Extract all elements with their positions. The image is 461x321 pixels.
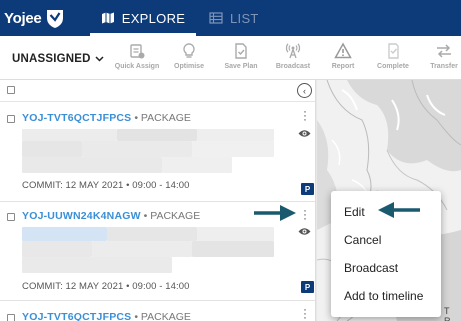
- report-button[interactable]: Report: [317, 42, 369, 76]
- save-plan-button[interactable]: Save Plan: [215, 42, 267, 76]
- broadcast-label: Broadcast: [275, 63, 311, 70]
- map-icon: [101, 12, 114, 24]
- logo-text: Yojee: [4, 9, 42, 27]
- save-plan-label: Save Plan: [224, 63, 258, 70]
- tab-list[interactable]: LIST: [209, 0, 259, 36]
- task-checkbox[interactable]: [7, 213, 15, 221]
- complete-button[interactable]: Complete: [367, 42, 419, 76]
- select-all-checkbox[interactable]: [7, 86, 15, 94]
- collapse-panel-button[interactable]: ‹: [297, 83, 312, 98]
- task-title: YOJ-TVT6QCTJFPCS • PACKAGE: [22, 311, 191, 321]
- task-list-panel: ‹ YOJ-TVT6QCTJFPCS • PACKAGE COMMIT: 12 …: [0, 80, 316, 321]
- transfer-label: Transfer: [430, 63, 458, 70]
- warning-triangle-icon: [334, 42, 352, 59]
- pickup-badge: P: [301, 183, 314, 195]
- unassigned-filter-dropdown[interactable]: UNASSIGNED: [12, 53, 104, 65]
- complete-label: Complete: [377, 63, 409, 70]
- eye-icon[interactable]: [298, 227, 311, 236]
- tab-explore-label: EXPLORE: [121, 10, 186, 26]
- list-icon: [209, 12, 223, 24]
- more-options-icon[interactable]: · · ·: [302, 204, 308, 224]
- report-label: Report: [331, 63, 355, 70]
- top-nav-bar: Yojee EXPLORE LIST: [0, 0, 461, 36]
- save-plan-icon: [235, 43, 247, 59]
- complete-icon: [388, 43, 399, 59]
- optimise-label: Optimise: [174, 63, 204, 70]
- logo-shield-icon: [47, 10, 64, 28]
- task-title: YOJ-TVT6QCTJFPCS • PACKAGE: [22, 112, 191, 124]
- quick-assign-button[interactable]: Quick Assign: [111, 42, 163, 76]
- task-card[interactable]: YOJ-TVT6QCTJFPCS • PACKAGE · · ·: [0, 302, 315, 321]
- pickup-badge: P: [301, 281, 314, 293]
- more-options-icon[interactable]: · · ·: [302, 303, 308, 321]
- annotation-arrow-icon: [378, 202, 420, 218]
- quick-assign-label: Quick Assign: [114, 63, 160, 70]
- menu-item-edit[interactable]: Edit: [344, 205, 365, 219]
- task-checkbox[interactable]: [7, 115, 15, 123]
- task-card[interactable]: YOJ-TVT6QCTJFPCS • PACKAGE COMMIT: 12 MA…: [0, 103, 315, 202]
- yojee-logo[interactable]: Yojee: [4, 7, 66, 29]
- blurred-address: [22, 227, 274, 273]
- commit-time: COMMIT: 12 MAY 2021 • 09:00 - 14:00: [22, 180, 190, 191]
- transfer-button[interactable]: Transfer: [418, 42, 461, 76]
- task-id[interactable]: YOJ-TVT6QCTJFPCS: [22, 311, 131, 321]
- eye-icon[interactable]: [298, 129, 311, 138]
- chevron-down-icon: [95, 56, 104, 62]
- tab-list-label: LIST: [230, 10, 259, 26]
- task-type: • PACKAGE: [134, 311, 191, 321]
- optimise-button[interactable]: Optimise: [163, 42, 215, 76]
- menu-item-cancel[interactable]: Cancel: [344, 233, 381, 247]
- menu-item-broadcast[interactable]: Broadcast: [344, 261, 398, 275]
- unassigned-filter-label: UNASSIGNED: [12, 53, 91, 65]
- transfer-arrows-icon: [437, 44, 451, 58]
- task-id[interactable]: YOJ-TVT6QCTJFPCS: [22, 112, 131, 124]
- task-type: • PACKAGE: [143, 210, 201, 222]
- action-toolbar: UNASSIGNED Quick Assign Optimise Save Pl…: [0, 36, 461, 80]
- task-id[interactable]: YOJ-UUWN24K4NAGW: [22, 210, 141, 222]
- lightbulb-icon: [183, 43, 195, 58]
- task-checkbox[interactable]: [7, 314, 15, 321]
- broadcast-button[interactable]: Broadcast: [267, 42, 319, 76]
- panel-header: ‹: [0, 80, 315, 102]
- broadcast-tower-icon: [285, 43, 301, 59]
- annotation-arrow-icon: [254, 205, 296, 221]
- chevron-left-icon: ‹: [303, 85, 306, 96]
- task-type: • PACKAGE: [134, 112, 191, 124]
- task-title: YOJ-UUWN24K4NAGW • PACKAGE: [22, 210, 200, 222]
- blurred-address: [22, 127, 274, 173]
- tab-explore[interactable]: EXPLORE: [90, 0, 196, 36]
- menu-item-add-to-timeline[interactable]: Add to timeline: [344, 289, 423, 303]
- commit-time: COMMIT: 12 MAY 2021 • 09:00 - 14:00: [22, 281, 190, 292]
- quick-assign-icon: [130, 44, 145, 59]
- map-place-label: T R: [444, 306, 452, 321]
- more-options-icon[interactable]: · · ·: [302, 105, 308, 125]
